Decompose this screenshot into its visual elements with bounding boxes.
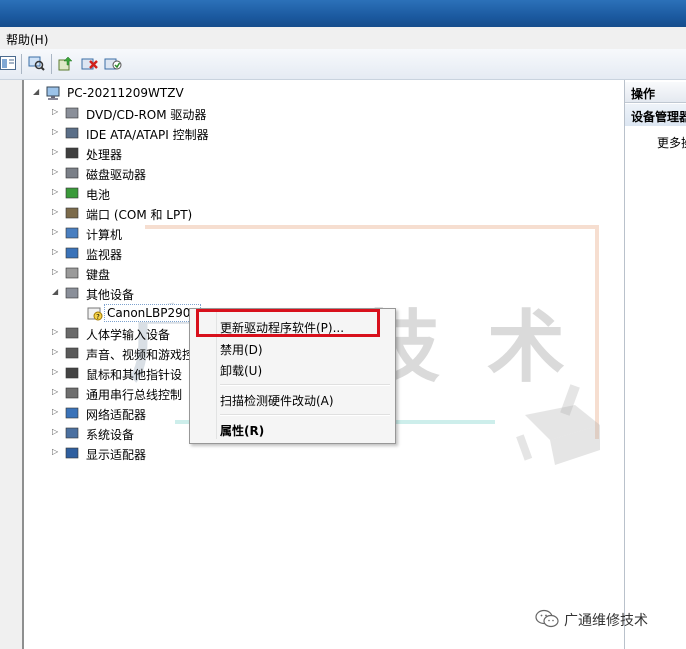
collapse-triangle-icon[interactable]: ◢ <box>33 87 42 96</box>
tree-category-label: 通用串行总线控制 <box>86 388 183 402</box>
menu-item-scan-hardware[interactable]: 扫描检测硬件改动(A) <box>193 388 390 410</box>
other-devices-icon <box>65 287 79 299</box>
menu-separator <box>220 384 390 386</box>
scan-hardware-icon[interactable] <box>27 55 45 71</box>
tree-category-label: 显示适配器 <box>86 448 147 462</box>
toolbar <box>0 49 686 80</box>
network-adapter-icon <box>65 407 79 419</box>
expand-triangle-icon[interactable]: ▷ <box>52 387 61 396</box>
tree-root-label: PC-20211209WTZV <box>67 86 184 100</box>
expand-triangle-icon[interactable]: ▷ <box>52 147 61 156</box>
tree-category-label: 声音、视频和游戏控 <box>86 348 195 362</box>
expand-triangle-icon[interactable]: ▷ <box>52 167 61 176</box>
menu-help[interactable]: 帮助(H) <box>6 31 48 48</box>
tree-category-label: 键盘 <box>86 268 111 282</box>
actions-header: 操作 <box>625 82 686 103</box>
tree-category-label: 电池 <box>86 188 111 202</box>
tree-category-label: 磁盘驱动器 <box>86 168 147 182</box>
expand-triangle-icon[interactable]: ▷ <box>52 227 61 236</box>
system-devices-icon <box>65 427 79 439</box>
computer-icon <box>65 227 79 239</box>
expand-triangle-icon[interactable]: ▷ <box>52 107 61 116</box>
actions-pane: 操作 设备管理器 更多操作 <box>624 80 686 649</box>
tree-category-label: DVD/CD-ROM 驱动器 <box>86 108 207 122</box>
expand-triangle-icon[interactable]: ▷ <box>52 247 61 256</box>
tree-category-label: 网络适配器 <box>86 408 147 422</box>
expand-triangle-icon[interactable]: ▷ <box>52 347 61 356</box>
toolbar-separator <box>21 54 22 74</box>
expand-triangle-icon[interactable]: ▷ <box>52 327 61 336</box>
menu-item-uninstall[interactable]: 卸载(U) <box>193 358 390 380</box>
tree-category-label: 端口 (COM 和 LPT) <box>86 208 193 222</box>
menu-item-label: 更新驱动程序软件(P)... <box>220 321 345 335</box>
hid-icon <box>65 327 79 339</box>
tree-child-label: CanonLBP2900 <box>104 304 201 322</box>
actions-section-device-manager[interactable]: 设备管理器 <box>625 104 686 126</box>
expand-triangle-icon[interactable]: ▷ <box>52 427 61 436</box>
enable-device-icon[interactable] <box>104 55 122 71</box>
mouse-icon <box>65 367 79 379</box>
wechat-footer: 广通维修技术 <box>524 608 680 630</box>
expand-triangle-icon[interactable]: ▷ <box>52 407 61 416</box>
expand-triangle-icon[interactable]: ▷ <box>52 267 61 276</box>
show-hide-console-tree-icon[interactable] <box>0 55 16 71</box>
more-actions-link[interactable]: 更多操作 <box>657 134 686 151</box>
svg-text:?: ? <box>96 313 100 321</box>
usb-controller-icon <box>65 387 79 399</box>
window-titlebar <box>0 0 686 27</box>
collapse-triangle-icon[interactable]: ◢ <box>52 287 61 296</box>
context-menu: 更新驱动程序软件(P)... 禁用(D) 卸载(U) 扫描检测硬件改动(A) 属… <box>189 308 396 444</box>
tree-category-label: 鼠标和其他指针设 <box>86 368 183 382</box>
wechat-account-name: 广通维修技术 <box>564 613 648 629</box>
menu-item-label: 属性(R) <box>220 424 265 438</box>
menu-bar: 帮助(H) <box>0 27 686 50</box>
menu-item-properties[interactable]: 属性(R) <box>193 418 390 440</box>
left-strip <box>0 80 23 649</box>
tree-category-label: 监视器 <box>86 248 123 262</box>
sound-icon <box>65 347 79 359</box>
expand-triangle-icon[interactable]: ▷ <box>52 207 61 216</box>
actions-header-label: 操作 <box>631 87 656 101</box>
tree-category-label: 系统设备 <box>86 428 135 442</box>
disk-drive-icon <box>65 167 79 179</box>
processor-icon <box>65 147 79 159</box>
port-icon <box>65 207 79 219</box>
menu-separator <box>220 414 390 416</box>
watermark-robot-icon <box>516 384 600 465</box>
display-adapter-icon <box>65 447 79 459</box>
actions-section-label: 设备管理器 <box>631 110 686 124</box>
menu-item-label: 禁用(D) <box>220 343 263 357</box>
tree-category-label: 人体学输入设备 <box>86 328 171 342</box>
tree-category-label: 其他设备 <box>86 288 135 302</box>
tree-category-label: 计算机 <box>86 228 123 242</box>
expand-triangle-icon[interactable]: ▷ <box>52 447 61 456</box>
wechat-icon <box>535 609 559 628</box>
menu-item-update-driver[interactable]: 更新驱动程序软件(P)... <box>193 315 390 337</box>
ide-controller-icon <box>65 127 79 139</box>
uninstall-device-icon[interactable] <box>81 55 99 71</box>
unknown-device-icon: ? <box>87 307 103 321</box>
expand-triangle-icon[interactable]: ▷ <box>52 127 61 136</box>
monitor-icon <box>65 247 79 259</box>
menu-item-label: 卸载(U) <box>220 364 263 378</box>
battery-icon <box>65 187 79 199</box>
menu-item-label: 扫描检测硬件改动(A) <box>220 394 334 408</box>
tree-category-label: 处理器 <box>86 148 123 162</box>
dvd-drive-icon <box>65 107 79 119</box>
update-driver-icon[interactable] <box>57 55 75 71</box>
toolbar-separator <box>51 54 52 74</box>
keyboard-icon <box>65 267 79 279</box>
menu-item-disable[interactable]: 禁用(D) <box>193 337 390 359</box>
expand-triangle-icon[interactable]: ▷ <box>52 367 61 376</box>
expand-triangle-icon[interactable]: ▷ <box>52 187 61 196</box>
computer-icon <box>46 86 60 100</box>
tree-category-label: IDE ATA/ATAPI 控制器 <box>86 128 209 142</box>
